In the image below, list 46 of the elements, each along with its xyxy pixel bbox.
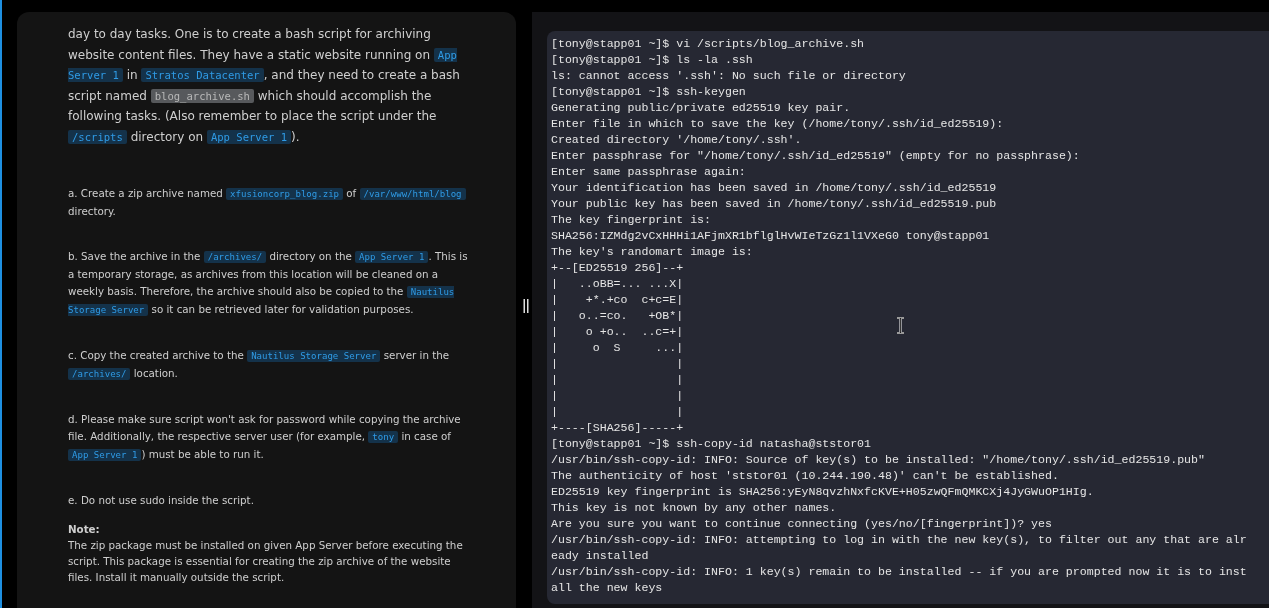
terminal-line: | |: [551, 372, 684, 388]
task-paragraph: day to day tasks. One is to create a bash script for archiving website content files. They have a static website running on App Server 1 in Stratos Datacenter , and they need to create a bash script named blog_archive.sh which should accomplish the following tasks. (Also remember to place the script under the /scripts directory on App Server 1 ).: [68, 26, 461, 146]
terminal-line: ED25519 key fingerprint is SHA256:yEyN8qvzhNxfcKVE+H05zwQFmQMKCXj4JyGWuOP1HIg.: [551, 484, 1094, 500]
terminal-line: | |: [551, 356, 684, 372]
terminal-line: [tony@stapp01 ~]$ ssh-copy-id natasha@ststor01: [551, 436, 872, 452]
terminal-line: | o +o.. ..c=+|: [551, 324, 684, 340]
terminal-line: eady installed: [551, 548, 649, 564]
terminal-line: +----[SHA256]-----+: [551, 420, 684, 436]
task-paragraph: a. Create a zip archive named xfusioncorp_blog.zip of /var/www/html/blog directory.: [68, 185, 470, 220]
terminal-line: | ..oBB=... ...X|: [551, 276, 684, 292]
task-paragraph: c. Copy the created archive to the Nautilus Storage Server server in the /archives/ location.: [68, 348, 451, 382]
task-paragraph: b. Save the archive in the /archives/ directory on the App Server 1 . This is a temporary storage, as archives from this location will be cleaned on a weekly basis. Therefore, the archive should also be copied to the Nautilus Storage Server so it can be retrieved later for validation purposes.: [68, 249, 469, 318]
terminal-line: Your identification has been saved in /home/tony/.ssh/id_ed25519: [551, 180, 997, 196]
terminal-line: ls: cannot access '.ssh': No such file or directory: [551, 68, 906, 84]
terminal-line: | |: [551, 388, 684, 404]
terminal-line: /usr/bin/ssh-copy-id: INFO: attempting to log in with the new key(s), to filter out any that are alr: [551, 532, 1247, 548]
resize-handle-icon[interactable]: [523, 299, 529, 313]
terminal-line: The key's randomart image is:: [551, 244, 753, 260]
terminal[interactable]: [547, 31, 1269, 604]
note-heading: Note:: [68, 522, 101, 537]
terminal-line: +--[ED25519 256]--+: [551, 260, 684, 276]
terminal-line: | o..=co. +OB*|: [551, 308, 684, 324]
text-cursor-icon: [896, 317, 905, 334]
terminal-line: SHA256:IZMdg2vCxHHHi1AFjmXR1bflglHvWIeTzGz1l1VXeG0 tony@stapp01: [551, 228, 990, 244]
terminal-line: The key fingerprint is:: [551, 212, 712, 228]
terminal-line: [tony@stapp01 ~]$ ls -la .ssh: [551, 52, 753, 68]
terminal-line: Enter passphrase for "/home/tony/.ssh/id_ed25519" (empty for no passphrase):: [551, 148, 1080, 164]
terminal-line: Created directory '/home/tony/.ssh'.: [551, 132, 802, 148]
terminal-line: Enter file in which to save the key (/home/tony/.ssh/id_ed25519):: [551, 116, 1004, 132]
terminal-line: Your public key has been saved in /home/tony/.ssh/id_ed25519.pub: [551, 196, 997, 212]
terminal-line: [tony@stapp01 ~]$ vi /scripts/blog_archive.sh: [551, 36, 865, 52]
task-paragraph: e. Do not use sudo inside the script.: [68, 493, 255, 508]
terminal-line: This key is not known by any other names.: [551, 500, 837, 516]
terminal-line: all the new keys: [551, 580, 663, 596]
note-text: The zip package must be installed on given App Server before executing the script. This package is essential for creating the zip archive of the website files. Install it manually outside the script.: [68, 538, 464, 585]
terminal-line: Are you sure you want to continue connecting (yes/no/[fingerprint])? yes: [551, 516, 1052, 532]
terminal-line: | |: [551, 404, 684, 420]
terminal-line: The authenticity of host 'ststor01 (10.244.190.48)' can't be established.: [551, 468, 1059, 484]
terminal-line: | +*.+co c+c=E|: [551, 292, 684, 308]
terminal-line: [tony@stapp01 ~]$ ssh-keygen: [551, 84, 746, 100]
terminal-line: /usr/bin/ssh-copy-id: INFO: 1 key(s) remain to be installed -- if you are prompted now it is to inst: [551, 564, 1247, 580]
terminal-line: Enter same passphrase again:: [551, 164, 746, 180]
terminal-line: /usr/bin/ssh-copy-id: INFO: Source of key(s) to be installed: "/home/tony/.ssh/id_ed25519.pub": [551, 452, 1205, 468]
terminal-line: | o S ...|: [551, 340, 684, 356]
task-paragraph: d. Please make sure script won't ask for password while copying the archive file. Additionally, the respective server user (for example, tony in case of App Server 1 ) must be able to run it.: [68, 412, 462, 463]
terminal-line: Generating public/private ed25519 key pair.: [551, 100, 851, 116]
